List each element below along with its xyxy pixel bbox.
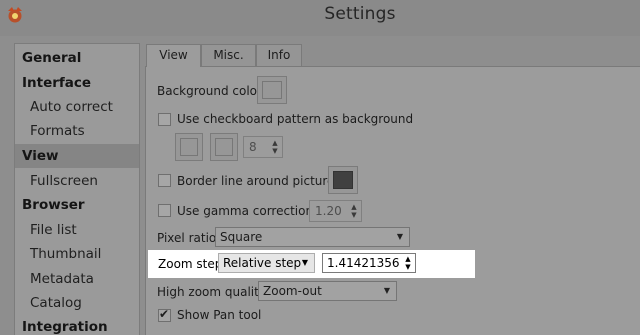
sidebar-item-browser[interactable]: Browser: [15, 193, 139, 217]
sidebar-item-integration[interactable]: Integration: [15, 315, 139, 335]
gamma-value: 1.20: [315, 204, 342, 218]
spin-arrows-icon[interactable]: ▲ ▼: [403, 255, 413, 271]
sidebar-item-general[interactable]: General: [15, 46, 139, 70]
border-color-swatch: [333, 171, 353, 189]
sidebar-item-view[interactable]: View: [15, 144, 139, 168]
zoom-step-label: Zoom step: [158, 257, 223, 271]
border-line-label: Border line around picture: [177, 174, 335, 188]
zoom-step-spinbox[interactable]: 1.41421356 ▲ ▼: [322, 253, 416, 273]
sidebar-item-catalog[interactable]: Catalog: [15, 291, 139, 315]
zoom-step-value: 1.41421356: [327, 256, 400, 270]
gamma-label: Use gamma correction: [177, 204, 314, 218]
border-color-button[interactable]: [328, 166, 358, 194]
title-bar: Settings: [0, 0, 640, 36]
show-pan-label: Show Pan tool: [177, 308, 262, 322]
high-zoom-value: Zoom-out: [263, 284, 322, 298]
checker-color-2-swatch: [215, 138, 233, 156]
checkerboard-label: Use checkboard pattern as background: [177, 112, 414, 126]
spin-arrows-icon[interactable]: ▲ ▼: [270, 139, 280, 155]
pixel-ratio-label: Pixel ratio: [157, 231, 217, 245]
checker-size-value: 8: [249, 140, 257, 154]
tab-view[interactable]: View: [146, 44, 201, 67]
checker-color-1-swatch: [180, 138, 198, 156]
sidebar-item-interface[interactable]: Interface: [15, 71, 139, 95]
sidebar-item-thumbnail[interactable]: Thumbnail: [15, 242, 139, 266]
chevron-down-icon: ▼: [301, 258, 308, 267]
tab-info[interactable]: Info: [256, 44, 302, 66]
border-line-checkbox[interactable]: [158, 174, 171, 187]
sidebar-item-formats[interactable]: Formats: [15, 119, 139, 143]
gamma-checkbox[interactable]: [158, 204, 171, 217]
window-title: Settings: [324, 4, 396, 24]
gamma-spinbox[interactable]: 1.20 ▲ ▼: [309, 200, 362, 222]
show-pan-checkbox[interactable]: [158, 307, 171, 322]
checkerboard-checkbox[interactable]: [158, 113, 171, 126]
sidebar-item-file-list[interactable]: File list: [15, 218, 139, 242]
tab-misc[interactable]: Misc.: [201, 44, 256, 66]
spin-arrows-icon[interactable]: ▲ ▼: [349, 203, 359, 219]
background-color-label: Background color: [157, 84, 262, 98]
high-zoom-dropdown[interactable]: Zoom-out ▼: [258, 281, 397, 301]
chevron-down-icon: ▼: [396, 232, 403, 241]
category-list[interactable]: General Interface Auto correct Formats V…: [14, 43, 140, 335]
pixel-ratio-dropdown[interactable]: Square ▼: [215, 227, 410, 247]
sidebar-item-fullscreen[interactable]: Fullscreen: [15, 169, 139, 193]
zoom-step-mode-value: Relative step: [223, 256, 302, 270]
checker-size-spinbox[interactable]: 8 ▲ ▼: [243, 136, 283, 158]
checker-color-2-button[interactable]: [210, 133, 238, 161]
sidebar-item-metadata[interactable]: Metadata: [15, 267, 139, 291]
pixel-ratio-value: Square: [220, 230, 263, 244]
chevron-down-icon: ▼: [383, 286, 390, 295]
high-zoom-label: High zoom quality: [157, 285, 266, 299]
sidebar-item-auto-correct[interactable]: Auto correct: [15, 95, 139, 119]
background-color-button[interactable]: [257, 76, 287, 104]
checker-color-1-button[interactable]: [175, 133, 203, 161]
background-color-swatch: [262, 81, 282, 99]
zoom-step-mode-dropdown[interactable]: Relative step ▼: [218, 253, 315, 273]
